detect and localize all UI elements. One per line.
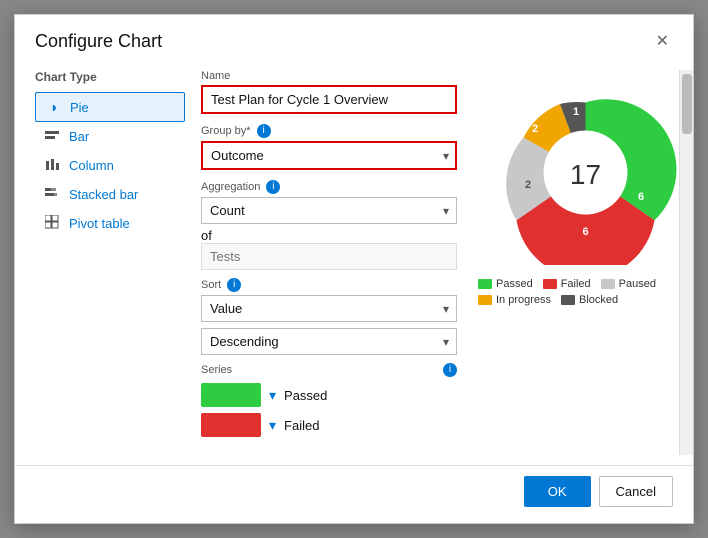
legend-color-paused — [601, 279, 615, 289]
chart-type-stacked-bar[interactable]: Stacked bar — [35, 180, 185, 209]
legend-color-failed — [543, 279, 557, 289]
series-dropdown-passed[interactable]: ▾ — [269, 387, 276, 404]
scrollbar-thumb[interactable] — [682, 74, 692, 134]
series-name-failed: Failed — [284, 418, 319, 433]
series-label: Series i — [201, 363, 457, 377]
chart-type-pie-label: Pie — [70, 100, 89, 115]
series-item-passed: ▾ Passed — [201, 383, 457, 407]
series-info-icon: i — [443, 363, 457, 377]
legend-blocked: Blocked — [561, 294, 618, 306]
label-passed: 6 — [638, 191, 644, 203]
series-dropdown-failed[interactable]: ▾ — [269, 417, 276, 434]
legend-failed: Failed — [543, 278, 591, 290]
name-input[interactable] — [201, 85, 457, 114]
donut-hole — [544, 131, 628, 215]
sort-info-icon: i — [227, 278, 241, 292]
chart-type-column[interactable]: Column — [35, 151, 185, 180]
chart-type-label: Chart Type — [35, 70, 185, 84]
dialog-title-bar: Configure Chart ✕ — [15, 15, 693, 60]
chart-type-bar-label: Bar — [69, 129, 89, 144]
label-inprogress: 2 — [532, 123, 538, 135]
legend-label-passed: Passed — [496, 278, 533, 290]
stacked-bar-icon — [43, 186, 61, 203]
pivot-table-icon — [43, 215, 61, 232]
chart-type-pivot-table[interactable]: Pivot table — [35, 209, 185, 238]
of-input[interactable] — [201, 243, 457, 270]
group-by-wrapper: Outcome — [201, 141, 457, 170]
legend-inprogress: In progress — [478, 294, 551, 306]
sort-value-wrapper: Value — [201, 295, 457, 322]
chart-config-panel: Name Group by* i Outcome Aggregation i C… — [185, 70, 473, 455]
chart-type-column-label: Column — [69, 158, 114, 173]
group-by-label: Group by* i — [201, 124, 457, 138]
chart-type-stacked-bar-label: Stacked bar — [69, 187, 138, 202]
legend-label-blocked: Blocked — [579, 294, 618, 306]
aggregation-select[interactable]: Count — [201, 197, 457, 224]
series-name-passed: Passed — [284, 388, 327, 403]
dialog-body: Chart Type ◑ Pie Bar Column — [15, 60, 693, 465]
legend-color-blocked — [561, 295, 575, 305]
sort-order-select[interactable]: Descending — [201, 328, 457, 355]
chart-preview-panel: 6 6 2 2 1 17 — [473, 70, 693, 455]
of-label: of — [201, 228, 457, 243]
chart-legend: Passed Failed Paused In progress Blocked — [478, 278, 678, 306]
legend-label-paused: Paused — [619, 278, 656, 290]
pie-chart: 6 6 2 2 1 17 — [493, 80, 678, 270]
configure-chart-dialog: Configure Chart ✕ Chart Type ◑ Pie Bar — [14, 14, 694, 524]
legend-color-passed — [478, 279, 492, 289]
name-label: Name — [201, 70, 457, 82]
chart-type-panel: Chart Type ◑ Pie Bar Column — [15, 70, 185, 455]
sort-label: Sort i — [201, 278, 457, 292]
column-icon — [43, 157, 61, 174]
chart-type-pivot-table-label: Pivot table — [69, 216, 130, 231]
series-color-failed — [201, 413, 261, 437]
legend-label-failed: Failed — [561, 278, 591, 290]
group-by-select[interactable]: Outcome — [201, 141, 457, 170]
label-paused: 2 — [525, 179, 531, 191]
dialog-footer: OK Cancel — [15, 465, 693, 523]
series-color-passed — [201, 383, 261, 407]
legend-passed: Passed — [478, 278, 533, 290]
series-item-failed: ▾ Failed — [201, 413, 457, 437]
legend-color-inprogress — [478, 295, 492, 305]
close-button[interactable]: ✕ — [652, 32, 673, 52]
cancel-button[interactable]: Cancel — [599, 476, 673, 507]
legend-label-inprogress: In progress — [496, 294, 551, 306]
ok-button[interactable]: OK — [524, 476, 591, 507]
sort-value-select[interactable]: Value — [201, 295, 457, 322]
legend-paused: Paused — [601, 278, 656, 290]
chart-type-pie[interactable]: ◑ Pie — [35, 92, 185, 122]
chart-type-bar[interactable]: Bar — [35, 122, 185, 151]
aggregation-wrapper: Count — [201, 197, 457, 224]
aggregation-info-icon: i — [266, 180, 280, 194]
scrollbar[interactable] — [679, 70, 693, 455]
label-blocked: 1 — [573, 106, 579, 118]
label-failed: 6 — [582, 226, 588, 238]
dialog-title: Configure Chart — [35, 31, 162, 52]
pie-icon: ◑ — [44, 99, 62, 115]
bar-icon — [43, 128, 61, 145]
group-by-info-icon: i — [257, 124, 271, 138]
aggregation-label: Aggregation i — [201, 180, 457, 194]
pie-chart-svg: 6 6 2 2 1 — [493, 80, 678, 265]
sort-order-wrapper: Descending — [201, 328, 457, 355]
